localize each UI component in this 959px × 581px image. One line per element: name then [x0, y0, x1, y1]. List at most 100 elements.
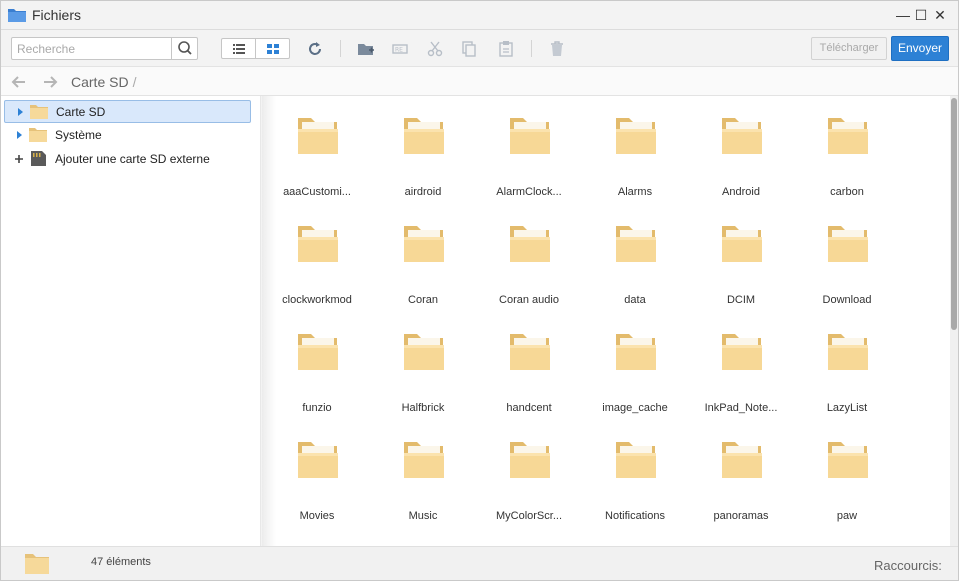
sd-card-icon [31, 151, 46, 166]
folder-item[interactable]: image_cache [585, 330, 685, 426]
folder-item[interactable]: data [585, 222, 685, 318]
folder-name: InkPad_Note... [704, 402, 778, 414]
folder-name: aaaCustomi... [283, 186, 351, 198]
folder-item[interactable]: paw [797, 438, 897, 534]
back-arrow-icon[interactable] [10, 73, 28, 91]
folder-icon [616, 226, 656, 262]
folder-icon [404, 334, 444, 370]
navigation-bar: Carte SD / [1, 66, 958, 96]
list-view-icon [233, 44, 245, 54]
sidebar-item-add-sd-card[interactable]: Ajouter une carte SD externe [4, 148, 251, 171]
folder-icon [722, 334, 762, 370]
sidebar-item-label: Ajouter une carte SD externe [55, 152, 210, 166]
sidebar-item-systeme[interactable]: Système [4, 124, 251, 147]
folder-icon [722, 442, 762, 478]
folder-item[interactable]: Notifications [585, 438, 685, 534]
plus-icon[interactable] [14, 154, 24, 164]
rename-icon[interactable]: RE [390, 39, 410, 59]
view-toggle [221, 38, 290, 59]
folder-name: image_cache [602, 402, 668, 414]
download-button[interactable]: Télécharger [811, 37, 887, 60]
delete-icon[interactable] [547, 39, 567, 59]
folder-icon [29, 128, 47, 142]
sidebar-item-label: Système [55, 128, 102, 142]
send-button[interactable]: Envoyer [891, 36, 949, 61]
folder-name: Halfbrick [401, 402, 445, 414]
close-button[interactable]: ✕ [931, 6, 949, 24]
folder-item[interactable]: DCIM [691, 222, 791, 318]
folder-item[interactable]: airdroid [373, 114, 473, 210]
folder-item[interactable]: Halfbrick [373, 330, 473, 426]
copy-icon[interactable] [459, 39, 479, 59]
expand-arrow-icon[interactable] [15, 107, 25, 117]
folder-item[interactable]: funzio [267, 330, 367, 426]
folder-item[interactable]: handcent [479, 330, 579, 426]
folder-item[interactable]: Alarms [585, 114, 685, 210]
sidebar-item-label: Carte SD [56, 105, 106, 119]
search-input[interactable] [12, 38, 170, 59]
folder-icon [510, 334, 550, 370]
svg-text:RE: RE [395, 47, 403, 54]
file-manager-window: Fichiers — ☐ ✕ Recherche RE Télécharger … [0, 0, 959, 581]
maximize-button[interactable]: ☐ [912, 6, 930, 24]
list-view-button[interactable] [222, 39, 256, 58]
folder-name: MyColorScr... [495, 510, 562, 522]
scrollbar[interactable] [950, 96, 958, 546]
folder-item[interactable]: AlarmClock... [479, 114, 579, 210]
toolbar-divider [531, 40, 532, 57]
folder-name: handcent [506, 402, 552, 414]
folder-name: DCIM [726, 294, 756, 306]
folder-app-icon [8, 9, 26, 22]
folder-item[interactable]: Coran audio [479, 222, 579, 318]
folder-icon [510, 442, 550, 478]
paste-icon[interactable] [496, 39, 516, 59]
grid-view-icon [267, 44, 279, 54]
folder-icon [404, 442, 444, 478]
folder-icon [298, 118, 338, 154]
grid-view-button[interactable] [256, 39, 290, 58]
toolbar-divider [340, 40, 341, 57]
search-button[interactable] [171, 38, 197, 59]
folder-item[interactable]: aaaCustomi... [267, 114, 367, 210]
folder-name: Coran audio [499, 294, 559, 306]
folder-item[interactable]: Movies [267, 438, 367, 534]
folder-item[interactable]: Music [373, 438, 473, 534]
folder-icon [828, 118, 868, 154]
breadcrumb-separator: / [132, 74, 137, 90]
folder-item[interactable]: clockworkmod [267, 222, 367, 318]
folder-item[interactable]: Android [691, 114, 791, 210]
folder-name: Coran [408, 294, 438, 306]
sidebar-item-carte-sd[interactable]: Carte SD [4, 100, 251, 123]
folder-item[interactable]: InkPad_Note... [691, 330, 791, 426]
folder-name: Alarms [617, 186, 653, 198]
scrollbar-thumb[interactable] [951, 98, 957, 330]
folder-name: paw [836, 510, 858, 522]
folder-name: clockworkmod [282, 294, 352, 306]
folder-icon [510, 226, 550, 262]
folder-item[interactable]: LazyList [797, 330, 897, 426]
folder-icon [828, 442, 868, 478]
search-box [11, 37, 198, 60]
breadcrumb-item[interactable]: Carte SD [71, 74, 129, 90]
new-folder-icon[interactable] [356, 39, 376, 59]
minimize-button[interactable]: — [894, 6, 912, 24]
folder-item[interactable]: MyColorScr... [479, 438, 579, 534]
folder-name: Android [722, 186, 760, 198]
folder-name: data [624, 294, 646, 306]
folder-item[interactable]: panoramas [691, 438, 791, 534]
folder-item[interactable]: Coran [373, 222, 473, 318]
folder-item[interactable]: carbon [797, 114, 897, 210]
folder-icon [404, 118, 444, 154]
folder-icon [616, 334, 656, 370]
folder-icon [616, 442, 656, 478]
expand-arrow-icon[interactable] [14, 130, 24, 140]
folder-name: airdroid [404, 186, 442, 198]
cut-icon[interactable] [425, 39, 445, 59]
folder-item[interactable]: Download [797, 222, 897, 318]
folder-icon [298, 334, 338, 370]
forward-arrow-icon[interactable] [41, 73, 59, 91]
folder-name: Movies [299, 510, 335, 522]
folder-icon [828, 334, 868, 370]
refresh-icon[interactable] [305, 39, 325, 59]
folder-icon [510, 118, 550, 154]
